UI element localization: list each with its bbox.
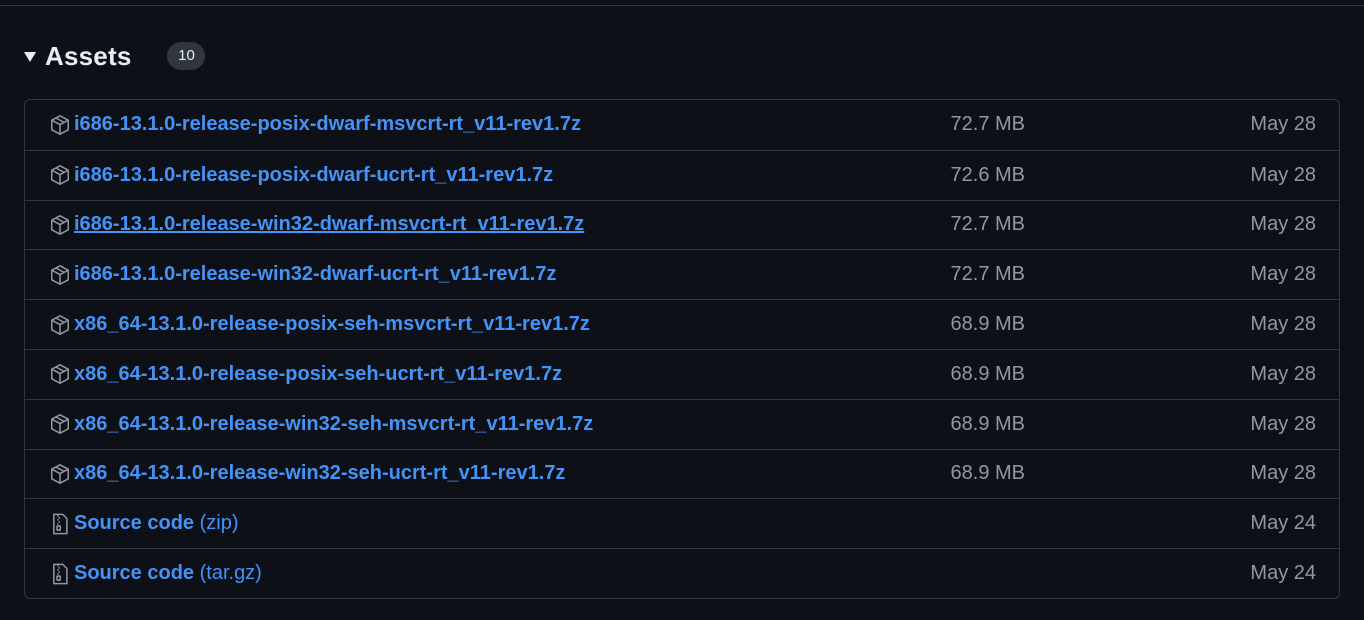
asset-name: Source code <box>74 512 195 535</box>
asset-download-link[interactable]: x86_64-13.1.0-release-posix-seh-ucrt-rt_… <box>74 363 562 386</box>
asset-download-link[interactable]: x86_64-13.1.0-release-posix-seh-msvcrt-r… <box>74 313 590 336</box>
asset-date: May 28 <box>1250 213 1316 236</box>
asset-size: 68.9 MB <box>950 462 1025 485</box>
assets-list: i686-13.1.0-release-posix-dwarf-msvcrt-r… <box>24 99 1340 599</box>
package-icon <box>49 463 71 485</box>
asset-size: 72.7 MB <box>950 263 1025 286</box>
asset-size: 72.7 MB <box>950 113 1025 136</box>
asset-name: i686-13.1.0-release-posix-dwarf-msvcrt-r… <box>74 113 581 136</box>
package-icon <box>49 314 71 336</box>
asset-name: i686-13.1.0-release-win32-dwarf-ucrt-rt_… <box>74 263 557 286</box>
asset-row: Source code (zip) May 24 <box>25 498 1339 548</box>
asset-row: x86_64-13.1.0-release-posix-seh-ucrt-rt_… <box>25 348 1339 399</box>
asset-date: May 28 <box>1250 362 1316 385</box>
asset-name: x86_64-13.1.0-release-posix-seh-ucrt-rt_… <box>74 362 563 385</box>
assets-summary-toggle[interactable]: Assets 10 <box>24 36 206 76</box>
asset-download-link[interactable]: i686-13.1.0-release-posix-dwarf-msvcrt-r… <box>74 113 581 136</box>
package-icon <box>49 363 71 385</box>
top-divider <box>0 5 1364 6</box>
asset-date: May 28 <box>1250 313 1316 336</box>
package-icon <box>49 214 71 236</box>
asset-size: 72.7 MB <box>950 213 1025 236</box>
asset-download-link[interactable]: x86_64-13.1.0-release-win32-seh-ucrt-rt_… <box>74 462 565 485</box>
assets-count-badge: 10 <box>167 42 206 70</box>
caret-down-icon <box>24 52 36 62</box>
asset-name: x86_64-13.1.0-release-posix-seh-msvcrt-r… <box>74 313 590 336</box>
asset-row: i686-13.1.0-release-win32-dwarf-ucrt-rt_… <box>25 249 1339 299</box>
package-icon <box>49 413 71 435</box>
asset-row: Source code (tar.gz) May 24 <box>25 548 1339 598</box>
package-icon <box>49 164 71 186</box>
asset-size: 68.9 MB <box>950 313 1025 336</box>
asset-download-link[interactable]: x86_64-13.1.0-release-win32-seh-msvcrt-r… <box>74 413 593 436</box>
asset-row: x86_64-13.1.0-release-posix-seh-msvcrt-r… <box>25 299 1339 349</box>
file-zip-icon <box>49 563 71 585</box>
asset-date: May 24 <box>1250 512 1316 535</box>
asset-row: i686-13.1.0-release-posix-dwarf-ucrt-rt_… <box>25 149 1339 200</box>
file-zip-icon <box>49 513 71 535</box>
asset-row: x86_64-13.1.0-release-win32-seh-ucrt-rt_… <box>25 448 1339 499</box>
asset-row: i686-13.1.0-release-posix-dwarf-msvcrt-r… <box>25 100 1339 150</box>
package-icon <box>49 114 71 136</box>
asset-download-link[interactable]: i686-13.1.0-release-posix-dwarf-ucrt-rt_… <box>74 164 553 187</box>
asset-download-link[interactable]: Source code (tar.gz) <box>74 562 262 585</box>
asset-date: May 28 <box>1250 163 1316 186</box>
asset-name: Source code <box>74 562 195 585</box>
asset-format: (tar.gz) <box>199 562 262 585</box>
asset-date: May 28 <box>1250 113 1316 136</box>
asset-row: x86_64-13.1.0-release-win32-seh-msvcrt-r… <box>25 398 1339 449</box>
asset-name: i686-13.1.0-release-posix-dwarf-ucrt-rt_… <box>74 163 554 186</box>
asset-name: x86_64-13.1.0-release-win32-seh-ucrt-rt_… <box>74 462 566 485</box>
asset-date: May 28 <box>1250 263 1316 286</box>
asset-row: i686-13.1.0-release-win32-dwarf-msvcrt-r… <box>25 199 1339 250</box>
asset-size: 68.9 MB <box>950 412 1025 435</box>
asset-date: May 28 <box>1250 412 1316 435</box>
assets-title: Assets <box>45 40 132 71</box>
package-icon <box>49 264 71 286</box>
asset-size: 68.9 MB <box>950 362 1025 385</box>
asset-name: x86_64-13.1.0-release-win32-seh-msvcrt-r… <box>74 412 594 435</box>
asset-format: (zip) <box>199 512 239 535</box>
asset-name: i686-13.1.0-release-win32-dwarf-msvcrt-r… <box>74 213 585 236</box>
asset-date: May 24 <box>1250 562 1316 585</box>
asset-download-link[interactable]: i686-13.1.0-release-win32-dwarf-ucrt-rt_… <box>74 263 556 286</box>
asset-download-link[interactable]: i686-13.1.0-release-win32-dwarf-msvcrt-r… <box>74 213 584 236</box>
asset-size: 72.6 MB <box>950 163 1025 186</box>
asset-date: May 28 <box>1250 462 1316 485</box>
asset-download-link[interactable]: Source code (zip) <box>74 512 239 535</box>
